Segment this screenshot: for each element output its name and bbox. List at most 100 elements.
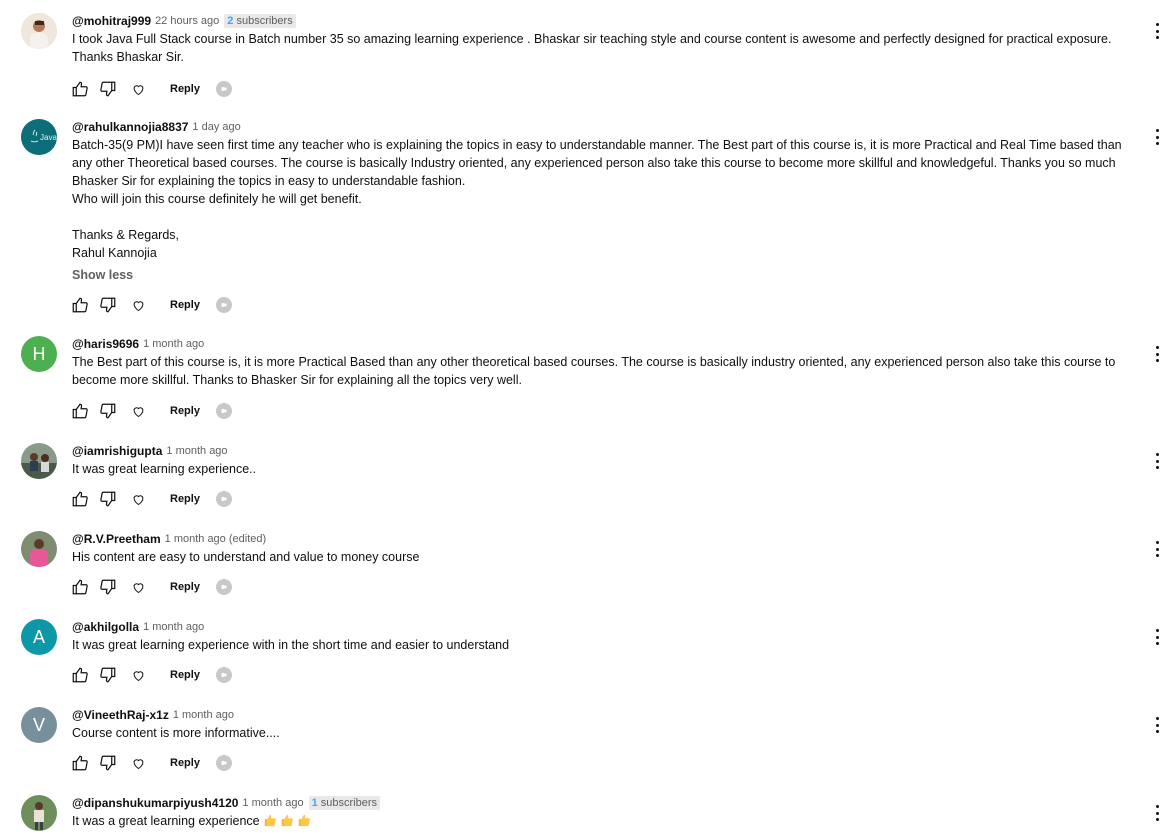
comment-thread: Java @rahulkannojia8837 1 day ago Batch-…	[0, 119, 1167, 319]
creator-avatar-icon	[215, 579, 232, 595]
thumbs-up-icon	[72, 491, 88, 507]
comment-thread: V @VineethRaj-x1z 1 month ago Course con…	[0, 707, 1167, 777]
avatar[interactable]	[21, 443, 57, 479]
like-button[interactable]	[70, 489, 90, 509]
like-button[interactable]	[70, 79, 90, 99]
more-vert-icon[interactable]	[1155, 129, 1159, 145]
comment-author[interactable]: @R.V.Preetham	[72, 532, 161, 546]
more-vert-icon[interactable]	[1155, 717, 1159, 733]
avatar[interactable]: V	[21, 707, 57, 743]
comment-author[interactable]: @haris9696	[72, 337, 139, 351]
avatar[interactable]: H	[21, 336, 57, 372]
dislike-button[interactable]	[98, 79, 118, 99]
more-vert-icon[interactable]	[1155, 629, 1159, 645]
reply-button[interactable]: Reply	[170, 757, 200, 769]
comment-thread: @dipanshukumarpiyush4120 1 month ago 1 s…	[0, 795, 1167, 837]
reply-button[interactable]: Reply	[170, 405, 200, 417]
comment-author[interactable]: @mohitraj999	[72, 14, 151, 28]
subscriber-badge: 1 subscribers	[308, 796, 381, 810]
heart-button[interactable]	[128, 577, 148, 597]
comment-author[interactable]: @dipanshukumarpiyush4120	[72, 796, 238, 810]
comment-text: Course content is more informative....	[72, 726, 280, 740]
thumbs-up-icon	[72, 579, 88, 595]
heart-icon	[133, 670, 143, 681]
more-vert-icon[interactable]	[1155, 453, 1159, 469]
show-less-button[interactable]: Show less	[72, 266, 1127, 284]
comment-text: It was great learning experience..	[72, 462, 257, 476]
more-vert-icon[interactable]	[1155, 23, 1159, 39]
comment-text: Batch-35(9 PM)I have seen first time any…	[72, 138, 1122, 260]
comment-text-body: It was a great learning experience	[72, 814, 260, 828]
thumbs-down-icon	[100, 297, 116, 313]
like-button[interactable]	[70, 295, 90, 315]
dislike-button[interactable]	[98, 401, 118, 421]
comment-time[interactable]: 1 month ago	[173, 709, 234, 721]
avatar[interactable]	[21, 531, 57, 567]
comment-text: His content are easy to understand and v…	[72, 550, 420, 564]
heart-button[interactable]	[128, 665, 148, 685]
thumbs-up-icon	[72, 297, 88, 313]
comment-time[interactable]: 1 month ago	[143, 338, 204, 350]
comment-time[interactable]: 1 month ago	[242, 797, 303, 809]
thumbs-down-icon	[100, 81, 116, 97]
avatar[interactable]: Java	[21, 119, 57, 155]
comment-author[interactable]: @rahulkannojia8837	[72, 120, 188, 134]
comment-text: The Best part of this course is, it is m…	[72, 355, 1116, 387]
comment-time[interactable]: 1 month ago (edited)	[165, 533, 267, 545]
subscriber-count: 1	[311, 797, 318, 809]
heart-button[interactable]	[128, 79, 148, 99]
reply-button[interactable]: Reply	[170, 581, 200, 593]
like-button[interactable]	[70, 577, 90, 597]
comment-text: It was a great learning experience	[72, 812, 1127, 830]
thumbs-up-icon	[72, 667, 88, 683]
more-vert-icon[interactable]	[1155, 541, 1159, 557]
thumbs-down-icon	[100, 579, 116, 595]
reply-button[interactable]: Reply	[170, 493, 200, 505]
comment-text: I took Java Full Stack course in Batch n…	[72, 32, 1112, 64]
thumbs-up-icon	[72, 755, 88, 771]
comment-author[interactable]: @iamrishigupta	[72, 444, 162, 458]
reply-button[interactable]: Reply	[170, 83, 200, 95]
comment-time[interactable]: 1 day ago	[192, 121, 240, 133]
comment-author[interactable]: @akhilgolla	[72, 620, 139, 634]
comment-time[interactable]: 1 month ago	[166, 445, 227, 457]
heart-icon	[133, 84, 143, 95]
creator-avatar-icon	[215, 403, 232, 419]
more-vert-icon[interactable]	[1155, 346, 1159, 362]
dislike-button[interactable]	[98, 489, 118, 509]
like-button[interactable]	[70, 665, 90, 685]
avatar-letter: H	[32, 343, 46, 364]
comment-time[interactable]: 22 hours ago	[155, 15, 219, 27]
reply-button[interactable]: Reply	[170, 669, 200, 681]
heart-button[interactable]	[128, 489, 148, 509]
heart-icon	[133, 300, 143, 311]
like-button[interactable]	[70, 401, 90, 421]
dislike-button[interactable]	[98, 753, 118, 773]
thumbs-up-emoji-icon	[264, 814, 276, 827]
heart-button[interactable]	[128, 753, 148, 773]
subscriber-badge: 2 subscribers	[224, 14, 296, 28]
reply-button[interactable]: Reply	[170, 299, 200, 311]
thumbs-up-emoji-icon	[298, 814, 310, 827]
creator-avatar-icon	[215, 667, 232, 683]
avatar[interactable]	[21, 13, 57, 49]
comment-author[interactable]: @VineethRaj-x1z	[72, 708, 169, 722]
avatar[interactable]: A	[21, 619, 57, 655]
thumbs-down-icon	[100, 491, 116, 507]
avatar-letter: A	[32, 626, 45, 647]
thumbs-up-icon	[72, 81, 88, 97]
dislike-button[interactable]	[98, 665, 118, 685]
heart-button[interactable]	[128, 401, 148, 421]
like-button[interactable]	[70, 753, 90, 773]
dislike-button[interactable]	[98, 577, 118, 597]
more-vert-icon[interactable]	[1155, 805, 1159, 821]
comment-thread: @iamrishigupta 1 month ago It was great …	[0, 443, 1167, 513]
heart-icon	[133, 582, 143, 593]
comment-thread: @R.V.Preetham 1 month ago (edited) His c…	[0, 531, 1167, 601]
comment-time[interactable]: 1 month ago	[143, 621, 204, 633]
thumbs-down-icon	[100, 755, 116, 771]
dislike-button[interactable]	[98, 295, 118, 315]
heart-button[interactable]	[128, 295, 148, 315]
avatar[interactable]	[21, 795, 57, 831]
comment-thread: @mohitraj999 22 hours ago 2 subscribers …	[0, 13, 1167, 103]
